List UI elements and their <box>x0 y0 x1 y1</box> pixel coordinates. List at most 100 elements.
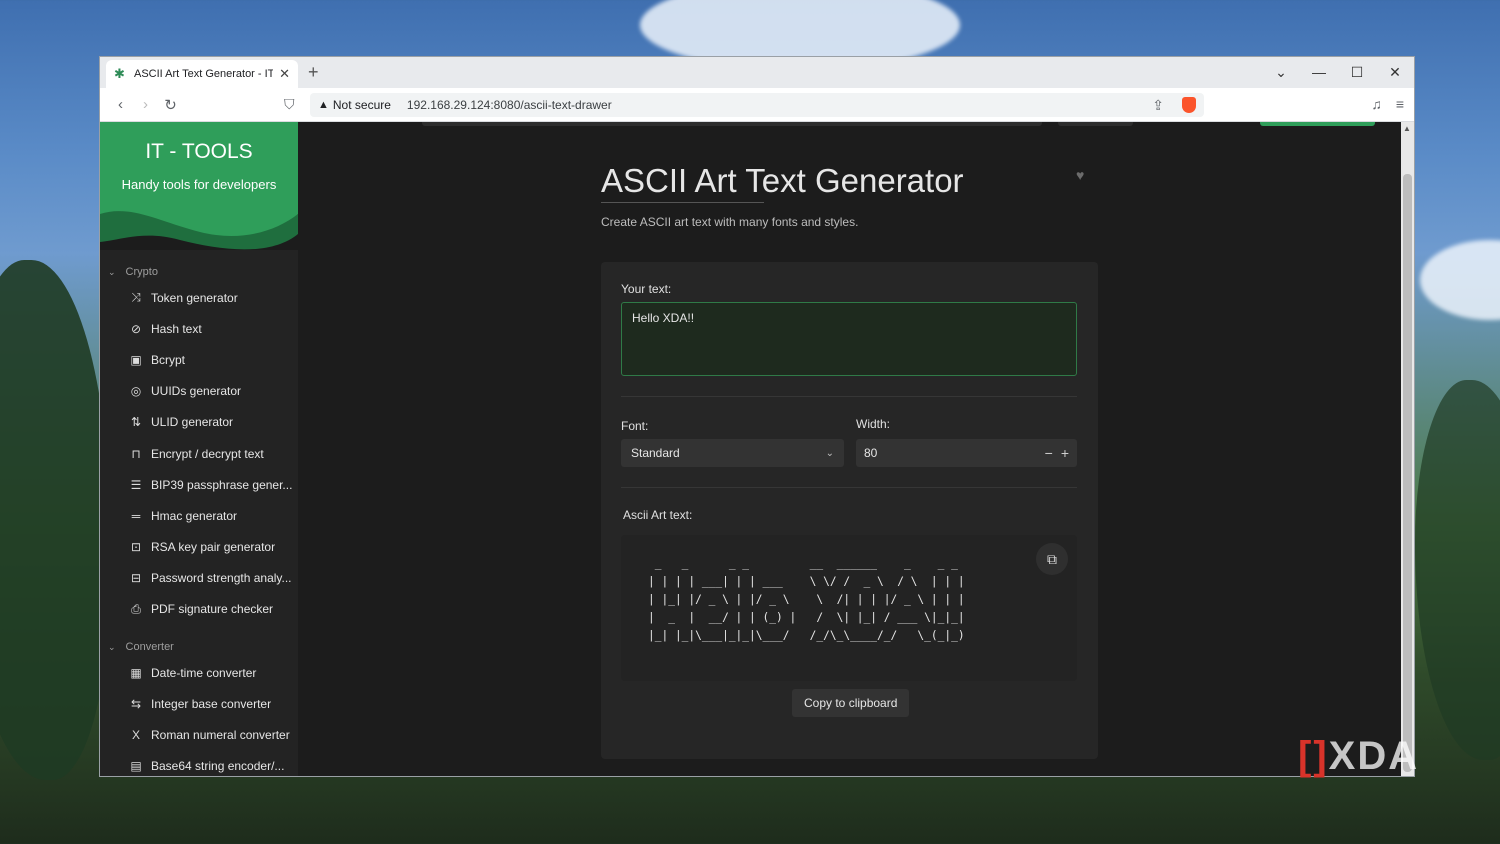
sidebar-item-label: Hash text <box>151 321 202 336</box>
sidebar: IT - TOOLS Handy tools for developers ⌄ … <box>100 122 298 776</box>
eye-off-icon: ⊘ <box>130 321 142 336</box>
sidebar-item-bcrypt[interactable]: ▣ Bcrypt <box>100 344 298 375</box>
close-window-icon[interactable]: ✕ <box>1376 57 1414 88</box>
text-input[interactable]: Hello XDA!! <box>621 302 1077 376</box>
back-icon[interactable]: ‹ <box>108 96 133 113</box>
password-icon: ⊟ <box>130 571 142 586</box>
sidebar-item-label: Password strength analy... <box>151 571 292 586</box>
sidebar-item-date-time[interactable]: ▦ Date-time converter <box>100 657 298 688</box>
sidebar-item-label: Date-time converter <box>151 665 257 680</box>
certificate-icon: ⊡ <box>130 540 142 555</box>
short-text-icon: ═ <box>131 508 141 523</box>
header-edge <box>422 122 1042 126</box>
background-foliage <box>0 260 110 780</box>
sidebar-hero: IT - TOOLS Handy tools for developers <box>100 122 298 250</box>
new-tab-icon[interactable]: + <box>308 62 319 83</box>
address-bar[interactable]: ▲ Not secure 192.168.29.124:8080/ascii-t… <box>310 93 1204 117</box>
sidebar-item-base64-string[interactable]: ▤ Base64 string encoder/... <box>100 751 298 776</box>
scrollbar-thumb[interactable] <box>1403 174 1412 772</box>
scrollbar[interactable]: ▲ <box>1401 122 1414 776</box>
sidebar-item-label: ULID generator <box>151 415 234 430</box>
title-underline <box>601 202 764 203</box>
stepper-controls: − + <box>1045 445 1069 461</box>
sidebar-item-uuids-generator[interactable]: ◎ UUIDs generator <box>100 376 298 407</box>
forward-icon[interactable]: › <box>133 96 158 113</box>
copy-to-clipboard-button[interactable]: Copy to clipboard <box>792 689 910 717</box>
browser-window: ✱ ASCII Art Text Generator - IT To ✕ + ⌄… <box>99 56 1415 777</box>
width-value[interactable]: 80 <box>864 446 877 460</box>
sidebar-item-encrypt-decrypt[interactable]: ⊓ Encrypt / decrypt text <box>100 438 298 469</box>
sidebar-item-roman-numeral[interactable]: X Roman numeral converter <box>100 719 298 750</box>
lock-icon: ⊓ <box>131 446 141 461</box>
width-stepper[interactable]: 80 − + <box>856 439 1077 467</box>
tab-bar: ✱ ASCII Art Text Generator - IT To ✕ + ⌄… <box>100 57 1414 88</box>
header-edge <box>1260 122 1375 126</box>
chevron-down-icon: ⌄ <box>108 641 116 652</box>
close-tab-icon[interactable]: ✕ <box>279 66 290 82</box>
divider <box>621 396 1077 397</box>
tool-card: Your text: Hello XDA!! Font: Standard ⌄ … <box>601 262 1098 759</box>
watermark-text: XDA <box>1328 734 1420 778</box>
sidebar-item-password-strength[interactable]: ⊟ Password strength analy... <box>100 563 298 594</box>
sidebar-item-rsa-key-pair[interactable]: ⊡ RSA key pair generator <box>100 532 298 563</box>
xda-bracket-logo: [ <box>1298 734 1314 778</box>
sidebar-item-hash-text[interactable]: ⊘ Hash text <box>100 313 298 344</box>
width-label: Width: <box>856 417 891 431</box>
page-content: IT - TOOLS Handy tools for developers ⌄ … <box>100 122 1402 776</box>
media-icon[interactable]: ♫ <box>1371 96 1382 112</box>
sort-numeric-icon: ⇅ <box>130 415 142 430</box>
sidebar-item-token-generator[interactable]: ⤨ Token generator <box>100 282 298 313</box>
background-foliage <box>1415 380 1500 760</box>
toolbar-right: ♫ ≡ <box>1371 96 1404 112</box>
sidebar-item-label: Encrypt / decrypt text <box>151 446 264 461</box>
main-panel: ASCII Art Text Generator ♥ Create ASCII … <box>298 122 1402 776</box>
security-label[interactable]: Not secure <box>333 98 391 112</box>
copy-icon[interactable]: ⧉ <box>1036 543 1068 575</box>
sidebar-item-bip39[interactable]: ☰ BIP39 passphrase gener... <box>100 469 298 500</box>
scroll-up-icon[interactable]: ▲ <box>1403 124 1411 133</box>
page-description: Create ASCII art text with many fonts an… <box>601 215 859 229</box>
sidebar-item-label: BIP39 passphrase gener... <box>151 477 293 492</box>
arrows-left-right-icon: ⇆ <box>130 696 142 711</box>
sidebar-group-crypto[interactable]: ⌄ Crypto <box>100 262 298 282</box>
sidebar-subtitle: Handy tools for developers <box>121 177 277 192</box>
minus-icon[interactable]: − <box>1045 445 1053 461</box>
fingerprint-icon: ◎ <box>130 384 142 399</box>
ascii-output-label: Ascii Art text: <box>623 508 693 522</box>
plus-icon[interactable]: + <box>1061 445 1069 461</box>
sidebar-item-label: Integer base converter <box>151 696 272 711</box>
browser-toolbar: ‹ › ↻ ⛉ ▲ Not secure 192.168.29.124:8080… <box>100 88 1414 122</box>
group-label: Converter <box>125 641 174 654</box>
brave-shields-icon[interactable] <box>1182 97 1196 113</box>
chevron-down-icon: ⌄ <box>108 266 116 277</box>
sidebar-group-converter[interactable]: ⌄ Converter <box>100 637 298 657</box>
file-digit-icon: ▤ <box>130 759 142 774</box>
favorite-heart-icon[interactable]: ♥ <box>1076 167 1084 183</box>
sidebar-item-label: Roman numeral converter <box>151 728 290 743</box>
maximize-icon[interactable]: ☐ <box>1338 57 1376 88</box>
reload-icon[interactable]: ↻ <box>158 96 183 114</box>
sidebar-item-pdf-signature[interactable]: ⎙ PDF signature checker <box>100 594 298 625</box>
sidebar-item-hmac-generator[interactable]: ═ Hmac generator <box>100 500 298 531</box>
xda-watermark: []XDA <box>1298 734 1419 779</box>
ascii-output: _ _ _ _ __ ______ _ _ _ | | | | ___| | |… <box>648 557 965 642</box>
sidebar-item-ulid-generator[interactable]: ⇅ ULID generator <box>100 407 298 438</box>
menu-icon[interactable]: ≡ <box>1396 96 1404 112</box>
sidebar-title[interactable]: IT - TOOLS <box>100 140 298 164</box>
divider <box>621 487 1077 488</box>
tab-search-icon[interactable]: ⌄ <box>1262 57 1300 88</box>
sidebar-item-label: RSA key pair generator <box>151 540 276 555</box>
url-text[interactable]: 192.168.29.124:8080/ascii-text-drawer <box>407 98 1152 112</box>
sidebar-item-integer-base[interactable]: ⇆ Integer base converter <box>100 688 298 719</box>
bookmark-icon[interactable]: ⛉ <box>284 96 295 113</box>
group-label: Crypto <box>125 266 158 278</box>
share-icon[interactable]: ⇪ <box>1152 97 1164 114</box>
letter-x-icon: X <box>131 728 140 743</box>
font-label: Font: <box>621 419 649 433</box>
shuffle-icon: ⤨ <box>131 290 141 305</box>
sidebar-item-label: UUIDs generator <box>151 384 242 399</box>
font-select[interactable]: Standard ⌄ <box>621 439 844 467</box>
browser-tab[interactable]: ✱ ASCII Art Text Generator - IT To ✕ <box>106 60 298 88</box>
minimize-icon[interactable]: — <box>1300 57 1338 88</box>
tab-title: ASCII Art Text Generator - IT To <box>134 68 273 80</box>
